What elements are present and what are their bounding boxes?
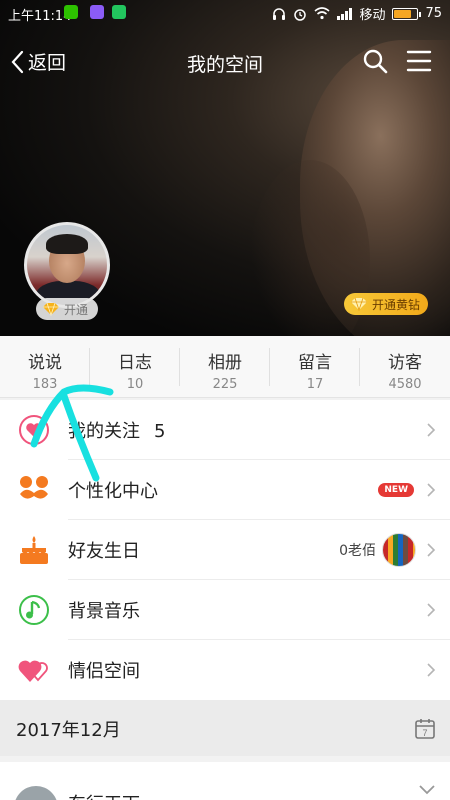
menu-item-personalize[interactable]: 个性化中心 NEW (0, 460, 450, 520)
status-time: 上午11:14 (8, 9, 72, 24)
birthday-label: 好友生日 (68, 540, 140, 562)
music-label: 背景音乐 (68, 600, 140, 622)
new-badge: NEW (378, 482, 414, 497)
menu-item-birthday[interactable]: 好友生日 0老佰 (0, 520, 450, 580)
chevron-right-icon (427, 422, 436, 437)
chevron-down-icon[interactable] (418, 784, 436, 796)
nav-bar: 返回 我的空间 (0, 36, 450, 88)
music-note-icon (19, 595, 49, 625)
couple-hearts-icon (18, 660, 48, 682)
menu-item-follow[interactable]: 我的关注 5 (0, 400, 450, 460)
status-bar: 上午11:14 移动 75 (0, 0, 450, 26)
app-notification-icon (112, 5, 126, 19)
chevron-right-icon (427, 542, 436, 557)
chevron-right-icon (427, 482, 436, 497)
chevron-right-icon (427, 602, 436, 617)
stat-messages[interactable]: 留言 17 (270, 336, 360, 397)
screen: 上午11:14 移动 75 返回 我的空间 开通 开通黄钻 说说 183 日志 … (0, 0, 450, 800)
battery-icon (392, 7, 422, 20)
profile-avatar[interactable]: 开通 (24, 222, 110, 320)
section-date: 2017年12月 (16, 720, 121, 741)
menu-icon[interactable] (406, 48, 432, 74)
cake-icon (20, 536, 48, 564)
friend-avatar (382, 532, 416, 567)
follow-label: 我的关注 (68, 420, 140, 442)
avatar[interactable] (14, 786, 58, 800)
diamond-icon (43, 302, 59, 316)
calendar-icon[interactable]: 7 (414, 718, 436, 740)
menu-item-music[interactable]: 背景音乐 (0, 580, 450, 640)
feed-item[interactable]: 东行天下 (0, 762, 450, 800)
wifi-icon (314, 7, 330, 20)
battery-level: 75 (425, 6, 442, 21)
open-yellow-diamond-button[interactable]: 开通黄钻 (343, 293, 428, 315)
date-section-header: 2017年12月 7 (0, 700, 450, 756)
carrier-label: 移动 (359, 8, 386, 23)
avatar[interactable] (24, 222, 110, 308)
calendar-day: 7 (422, 728, 427, 738)
stat-blog[interactable]: 日志 10 (90, 336, 180, 397)
signal-icon (337, 7, 353, 20)
feed-author-name[interactable]: 东行天下 (68, 790, 140, 800)
chevron-right-icon (427, 663, 436, 677)
follow-count: 5 (154, 420, 166, 442)
mustache-icon (20, 476, 48, 499)
couple-label: 情侣空间 (68, 661, 140, 682)
search-icon[interactable] (362, 48, 388, 74)
stats-bar: 说说 183 日志 10 相册 225 留言 17 访客 4580 (0, 336, 450, 398)
menu-item-couple[interactable]: 情侣空间 (0, 640, 450, 700)
open-vip-badge[interactable]: 开通 (36, 298, 99, 320)
headset-icon (273, 7, 286, 20)
heart-icon (19, 415, 49, 445)
menu-list: 我的关注 5 个性化中心 NEW 好友生日 0老佰 背景音乐 情侣空间 (0, 400, 450, 700)
diamond-icon (350, 297, 367, 311)
stat-shuoshuo[interactable]: 说说 183 (0, 336, 90, 397)
vip-button-label: 开通黄钻 (371, 297, 420, 312)
app-notification-icon (90, 5, 104, 19)
birthday-subtext: 0老佰 (339, 542, 376, 559)
alarm-icon (294, 8, 307, 21)
stat-album[interactable]: 相册 225 (180, 336, 270, 397)
stat-visitors[interactable]: 访客 4580 (360, 336, 450, 397)
wechat-icon (64, 5, 78, 19)
open-badge-label: 开通 (64, 302, 89, 317)
personalize-label: 个性化中心 (68, 480, 158, 502)
